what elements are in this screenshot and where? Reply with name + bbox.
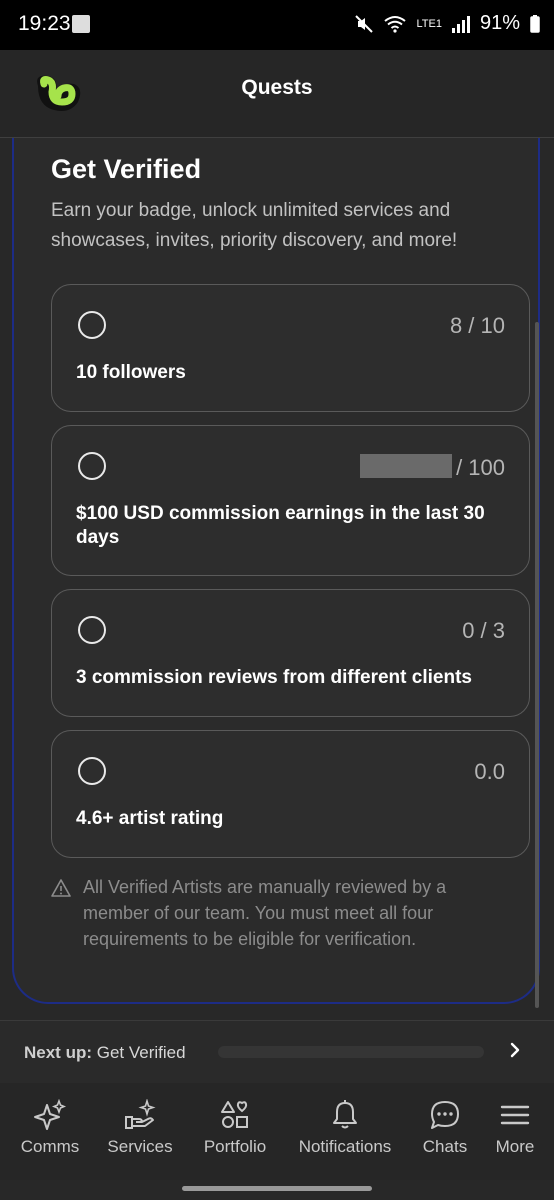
battery-level: 91% [479, 12, 520, 34]
chevron-right-icon[interactable] [508, 1041, 522, 1059]
sparkles-icon [34, 1099, 67, 1130]
requirement-followers[interactable]: 8 / 10 10 followers [51, 284, 530, 412]
menu-icon [500, 1105, 530, 1125]
mute-icon [355, 14, 374, 33]
nav-more[interactable]: More [490, 1099, 540, 1157]
verification-notice: All Verified Artists are manually review… [83, 877, 447, 949]
nav-notifications[interactable]: Notifications [293, 1099, 397, 1157]
requirement-earnings[interactable]: / 100 $100 USD commission earnings in th… [51, 425, 530, 576]
quest-description: Earn your badge, unlock unlimited servic… [51, 200, 458, 251]
gesture-handle[interactable] [182, 1186, 372, 1191]
chat-bubble-icon [431, 1101, 459, 1129]
requirement-rating[interactable]: 0.0 4.6+ artist rating [51, 730, 530, 858]
requirement-progress: 8 / 10 [449, 313, 505, 338]
network-label: LTE1 [416, 17, 442, 30]
nav-label: More [495, 1137, 535, 1156]
nav-label: Notifications [298, 1137, 392, 1156]
incomplete-circle-icon [78, 757, 106, 785]
qr-notification-icon [72, 15, 90, 33]
quest-content[interactable]: Get Verified Earn your badge, unlock unl… [0, 138, 554, 1020]
page-title: Quests [241, 76, 313, 99]
requirement-progress-wrap: / 100 [360, 454, 505, 481]
status-indicators: LTE1 91% [354, 12, 540, 35]
redacted-value [360, 454, 453, 478]
wifi-icon [384, 15, 407, 33]
bell-icon [333, 1100, 357, 1129]
next-up-bar[interactable]: Next up: Get Verified [0, 1020, 554, 1084]
requirement-label: 4.6+ artist rating [76, 808, 224, 829]
requirement-progress: 0 / 3 [462, 618, 505, 643]
requirement-progress: 0.0 [474, 759, 505, 784]
next-up-progress-bar [218, 1046, 484, 1058]
requirement-reviews[interactable]: 0 / 3 3 commission reviews from differen… [51, 589, 530, 717]
nav-label: Comms [20, 1137, 80, 1156]
nav-portfolio[interactable]: Portfolio [198, 1099, 272, 1157]
nav-comms[interactable]: Comms [18, 1099, 82, 1157]
requirement-label: 3 commission reviews from different clie… [76, 667, 472, 688]
bottom-nav: Comms Services Portfolio Notifications C… [0, 1083, 554, 1180]
nav-label: Portfolio [203, 1137, 267, 1156]
quest-title: Get Verified [51, 154, 202, 184]
requirement-progress: / 100 [456, 455, 505, 480]
status-time: 19:23 [18, 12, 71, 35]
nav-label: Services [107, 1137, 173, 1156]
next-up-prefix: Next up: [24, 1043, 92, 1062]
next-up-text: Next up: Get Verified [24, 1043, 186, 1063]
nav-label: Chats [422, 1137, 468, 1156]
warning-icon [51, 879, 71, 897]
quest-card: Get Verified Earn your badge, unlock unl… [12, 138, 540, 1004]
nav-chats[interactable]: Chats [418, 1099, 472, 1157]
scrollbar[interactable] [535, 322, 539, 1008]
requirement-label: 10 followers [76, 362, 186, 383]
next-up-quest: Get Verified [96, 1043, 186, 1062]
incomplete-circle-icon [78, 311, 106, 339]
nav-services[interactable]: Services [104, 1099, 176, 1157]
requirement-label: $100 USD commission earnings in the last… [76, 503, 485, 548]
shapes-icon [221, 1101, 248, 1128]
status-bar: 19:23 LTE1 91% [0, 0, 554, 50]
incomplete-circle-icon [78, 452, 106, 480]
hand-sparkle-icon [125, 1099, 156, 1129]
incomplete-circle-icon [78, 616, 106, 644]
app-header: Quests [0, 50, 554, 138]
signal-icon [451, 15, 470, 33]
battery-icon [530, 14, 540, 33]
